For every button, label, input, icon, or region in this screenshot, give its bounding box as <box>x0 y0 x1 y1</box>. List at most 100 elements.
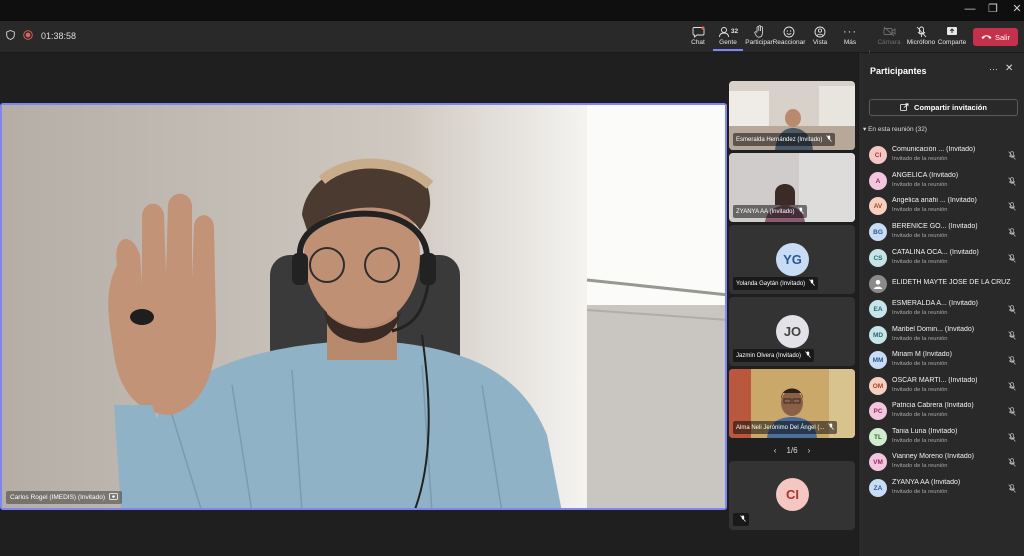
participant-row[interactable]: A ANGELICA (Invitado) Invitado de la reuni… <box>869 170 1021 195</box>
participant-avatar: MD <box>869 326 887 344</box>
mic-off-icon <box>798 207 805 216</box>
participant-row[interactable]: OM OSCAR MARTI... (Invitado) Invitado de l… <box>869 375 1021 400</box>
participant-tile-label: Yolanda Gaytán (Invitado) <box>733 277 819 290</box>
mic-off-icon <box>1008 454 1016 472</box>
participant-avatar: YG <box>776 243 809 276</box>
participant-avatar: CI <box>776 478 809 511</box>
participant-name: CATALINA OCA... (Invitado) <box>892 249 979 256</box>
participant-avatar: VM <box>869 453 887 471</box>
shield-icon <box>6 30 15 42</box>
chat-icon <box>692 24 705 39</box>
participant-name: ANGELICA (Invitado) <box>892 172 959 179</box>
participant-tile-label <box>733 513 749 526</box>
view-button[interactable]: Vista <box>805 24 835 51</box>
participant-row[interactable]: BG BERENICE GO... (Invitado) Invitado de l… <box>869 221 1021 246</box>
participant-tile-alma[interactable]: Alma Neli Jerónimo Del Ángel (... <box>729 369 855 438</box>
participant-row[interactable]: ZA ZYANYA AA (Invitado) Invitado de la reu… <box>869 477 1021 502</box>
participant-row[interactable]: MD Maribel Domin... (Invitado) Invitado de… <box>869 324 1021 349</box>
meeting-toolbar: 01:38:58 Chat 32 Gente Participar Reacci… <box>0 21 1024 68</box>
participant-avatar: AV <box>869 197 887 215</box>
next-page-icon[interactable]: › <box>808 446 811 455</box>
participant-role: Invitado de la reunión <box>892 156 948 162</box>
leave-button[interactable]: Salir <box>973 28 1018 46</box>
participant-row[interactable]: CI Comunicación ... (Invitado) Invitado de… <box>869 144 1021 169</box>
meeting-info: 01:38:58 <box>6 30 76 42</box>
participant-tile-label: Alma Neli Jerónimo Del Ángel (... <box>733 421 838 434</box>
participant-name: Comunicación ... (Invitado) <box>892 146 976 153</box>
panel-more-icon[interactable]: ··· <box>989 64 998 74</box>
participant-role: Invitado de la reunión <box>892 438 948 444</box>
view-icon <box>814 24 826 39</box>
people-count: 32 <box>730 28 739 35</box>
participant-tile-esmeralda[interactable]: Esmeralda Hernández (Invitado) <box>729 81 855 150</box>
participant-tile-zyanya[interactable]: ZYANYA AA (Invitado) <box>729 153 855 222</box>
participant-tile-ci[interactable]: CI <box>729 461 855 530</box>
participant-row[interactable]: PC Patricia Cabrera (Invitado) Invitado de… <box>869 400 1021 425</box>
mic-off-icon <box>809 279 815 288</box>
mic-off-icon <box>1008 224 1016 242</box>
gallery-pager: ‹ 1/6 › <box>729 443 855 457</box>
participant-name: Vianney Moreno (Invitado) <box>892 453 974 460</box>
participant-role: Invitado de la reunión <box>892 489 948 495</box>
mic-off-icon <box>805 351 811 360</box>
participant-role: Invitado de la reunión <box>892 259 948 265</box>
mic-off-icon <box>1008 378 1016 396</box>
participant-row[interactable]: MM Miriam M (Invitado) Invitado de la reun… <box>869 349 1021 374</box>
participant-name: Patricia Cabrera (Invitado) <box>892 402 974 409</box>
participant-role: Invitado de la reunión <box>892 310 948 316</box>
mic-off-icon <box>1008 327 1016 345</box>
mic-off-icon <box>828 423 835 432</box>
participant-name: ELIDETH MAYTE JOSE DE LA CRUZ <box>892 279 1011 286</box>
camera-button[interactable]: Cámara <box>874 24 904 51</box>
participant-name: ZYANYA AA (Invitado) <box>892 479 961 486</box>
participant-row[interactable]: AV Angelica anahi ... (Invitado) Invitado … <box>869 195 1021 220</box>
mic-off-icon <box>1008 301 1016 319</box>
participant-row[interactable]: ELIDETH MAYTE JOSE DE LA CRUZ <box>869 273 1021 298</box>
share-screen-icon <box>946 24 958 39</box>
participant-row[interactable]: CS CATALINA OCA... (Invitado) Invitado de … <box>869 247 1021 272</box>
share-invite-button[interactable]: Compartir invitación <box>869 99 1018 116</box>
participants-panel: Participantes ··· ✕ Compartir invitación… <box>858 53 1024 556</box>
mic-off-icon <box>826 135 833 144</box>
mic-off-icon <box>1008 352 1016 370</box>
participant-avatar: MM <box>869 351 887 369</box>
share-button[interactable]: Comparte <box>937 24 967 51</box>
participant-row[interactable]: VM Vianney Moreno (Invitado) Invitado de l… <box>869 451 1021 476</box>
panel-title: Participantes <box>870 66 927 76</box>
participant-row[interactable]: EA ESMERALDA A... (Invitado) Invitado de l… <box>869 298 1021 323</box>
participant-avatar: A <box>869 172 887 190</box>
participant-avatar: TL <box>869 428 887 446</box>
participant-name: ESMERALDA A... (Invitado) <box>892 300 978 307</box>
chevron-down-icon: ▾ <box>863 126 867 133</box>
participant-row[interactable]: TL Tania Luna (Invitado) Invitado de la re… <box>869 426 1021 451</box>
participant-tile-jazmin[interactable]: JO Jazmin Olvera (Invitado) <box>729 297 855 366</box>
react-button[interactable]: Reaccionar <box>773 24 805 51</box>
previous-page-icon[interactable]: ‹ <box>774 446 777 455</box>
more-button[interactable]: ··· Más <box>835 24 865 51</box>
more-dots-icon: ··· <box>843 25 857 38</box>
main-video-tile[interactable]: Carlos Rogel (IMEDIS) (Invitado) <box>0 103 727 510</box>
hang-up-icon <box>981 33 992 42</box>
participant-name: OSCAR MARTI... (Invitado) <box>892 377 978 384</box>
participant-name: Tania Luna (Invitado) <box>892 428 958 435</box>
participant-avatar: CI <box>869 146 887 164</box>
participant-tile-yolanda[interactable]: YG Yolanda Gaytán (Invitado) <box>729 225 855 294</box>
mic-off-icon <box>1008 480 1016 498</box>
people-icon: 32 <box>718 24 738 39</box>
mic-off-icon <box>740 515 746 524</box>
microphone-button[interactable]: Micrófono <box>906 24 936 51</box>
participant-avatar: OM <box>869 377 887 395</box>
participant-role: Invitado de la reunión <box>892 387 948 393</box>
people-button[interactable]: 32 Gente <box>713 24 743 51</box>
raise-hand-button[interactable]: Participar <box>744 24 774 51</box>
participant-role: Invitado de la reunión <box>892 182 948 188</box>
participant-avatar: EA <box>869 300 887 318</box>
mic-off-icon <box>1008 147 1016 165</box>
participant-avatar: BG <box>869 223 887 241</box>
close-icon[interactable]: ✕ <box>1005 63 1013 74</box>
close-window-button[interactable]: ✕ <box>1002 0 1024 21</box>
chat-button[interactable]: Chat <box>683 24 713 51</box>
hand-icon <box>753 24 765 39</box>
in-meeting-section-header[interactable]: ▾ En esta reunión (32) <box>863 125 927 133</box>
pinned-spotlight-icon <box>109 493 118 502</box>
